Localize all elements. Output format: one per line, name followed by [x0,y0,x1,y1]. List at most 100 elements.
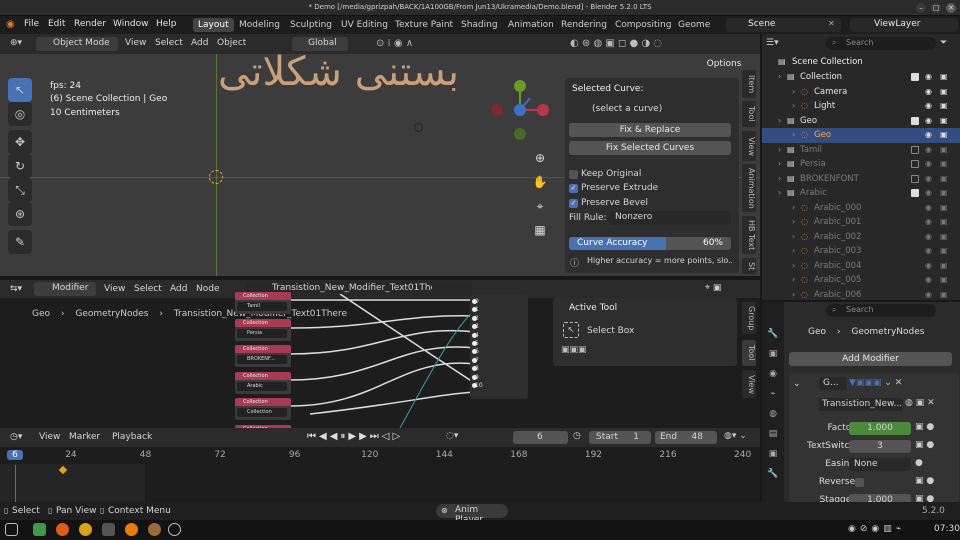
camera-icon[interactable]: ▣ [940,186,948,201]
node-menu-select[interactable]: Select [134,284,162,294]
start-frame-field[interactable]: Start 1 [589,431,651,444]
breadcrumb-geometrynodes[interactable]: GeometryNodes [75,309,148,319]
tab-layout[interactable]: Layout [193,18,234,32]
menu-render[interactable]: Render [74,19,106,29]
outliner-row[interactable]: › ▤ Geo ◉ ▣ [762,114,960,129]
outliner-row[interactable]: › ◌ Light ◉ ▣ [762,99,960,114]
expand-icon[interactable]: › [792,273,795,288]
timeline-menu-view[interactable]: View [39,432,60,442]
camera-icon[interactable]: ▣ [940,172,948,187]
field-extra-icons[interactable]: ● [915,458,923,468]
camera-icon[interactable]: ▣ [940,215,948,230]
camera-icon[interactable]: ▣ [940,273,948,288]
annotate-tool-icon[interactable]: ✎ [8,230,32,254]
expand-icon[interactable]: › [778,157,781,172]
menu-edit[interactable]: Edit [48,19,65,29]
eye-icon[interactable]: ◉ [925,157,932,172]
tab-animation[interactable]: Animation [503,18,559,32]
expand-icon[interactable]: › [792,215,795,230]
viewport-menu-add[interactable]: Add [191,38,208,48]
outliner-type-icon[interactable]: ☰▾ [766,38,779,48]
tab-texture-paint[interactable]: Texture Paint [390,18,458,32]
expand-icon[interactable]: › [778,186,781,201]
blender-task-icon[interactable] [125,523,138,536]
field-extra-icons[interactable]: ▣ ● [915,422,934,432]
node-tab-tool[interactable]: Tool [742,340,756,366]
filter-icon[interactable]: ⏷ [940,38,947,48]
minimize-button[interactable]: – [916,3,926,13]
viewport-menu-object[interactable]: Object [217,38,246,48]
eye-icon[interactable]: ◉ [925,273,932,288]
camera-icon[interactable]: ▣ [940,85,948,100]
firefox-icon[interactable] [56,523,69,536]
outliner-root[interactable]: ▤ Scene Collection [762,55,960,70]
fix-replace-button[interactable]: Fix & Replace [569,123,731,137]
cursor-tool-icon[interactable]: ◎ [8,102,32,126]
tab-compositing[interactable]: Compositing [610,18,676,32]
modifier-toggle-icons[interactable]: ▼▣▣▣ ⌄ ✕ [849,378,902,388]
timeline-type-icon[interactable]: ◷▾ [10,432,22,442]
camera-icon[interactable]: ▣ [940,288,948,303]
keying-icon[interactable]: ◌▾ [446,431,458,441]
timeline-menu-playback[interactable]: Playback [112,432,152,442]
eye-icon[interactable]: ◉ [925,128,932,143]
node-tab-group[interactable]: Group [742,302,756,334]
tab-uv-editing[interactable]: UV Editing [336,18,393,32]
props-breadcrumb-geonodes[interactable]: GeometryNodes [851,327,924,337]
timeline-menu-marker[interactable]: Marker [69,432,100,442]
outliner-row[interactable]: › ◌ Arabic_002 ◉ ▣ [762,230,960,245]
close-icon[interactable]: ⊗ [441,506,448,515]
field-extra-icons[interactable]: ▣ ● [915,440,934,450]
outliner-row[interactable]: › ◌ Arabic_001 ◉ ▣ [762,215,960,230]
camera-icon[interactable]: ▣ [940,201,948,216]
menu-help[interactable]: Help [156,19,177,29]
outliner-search[interactable]: ⌕ Search [826,37,936,50]
expand-icon[interactable]: › [778,70,781,85]
eye-icon[interactable]: ◉ [925,288,932,303]
camera-icon[interactable]: ▣ [940,99,948,114]
tab-sculpting[interactable]: Sculpting [285,18,337,32]
camera-icon[interactable]: ▣ [940,259,948,274]
transform-tool-icon[interactable]: ⊛ [8,202,32,226]
outliner-row[interactable]: › ◌ Arabic_005 ◉ ▣ [762,273,960,288]
tab-geometry[interactable]: Geome [673,18,715,32]
timeline-view-icon[interactable]: ◍▾ ⌄ [724,431,747,441]
eye-icon[interactable]: ◉ [925,186,932,201]
collection-node-value[interactable]: Arabic [237,381,287,391]
camera-icon[interactable]: ▣ [940,157,948,172]
outliner-row[interactable]: › ◌ Camera ◉ ▣ [762,85,960,100]
exclude-checkbox[interactable] [911,160,919,168]
navigation-gizmo[interactable] [488,78,552,142]
preserve-bevel-checkbox[interactable]: ✓ [569,199,578,208]
node-menu-view[interactable]: View [104,284,125,294]
tab-modeling[interactable]: Modeling [234,18,285,32]
timeline[interactable]: ◷▾ View Marker Playback ⏮◀◀⏸▶▶⏭◁▷ ◌▾ 6 ◷… [0,428,760,502]
viewlayer-selector[interactable]: ViewLayer [850,18,958,32]
viewport-menu-select[interactable]: Select [155,38,183,48]
scale-tool-icon[interactable]: ⤡ [8,178,32,202]
collection-node[interactable]: Collection BROKENF... [235,345,291,367]
files-icon[interactable] [33,523,46,536]
close-icon[interactable]: ✕ [828,19,835,28]
expand-icon[interactable]: › [792,99,795,114]
camera-icon[interactable]: ▣ [940,128,948,143]
frame-ruler[interactable]: 6 24 48 72 96 120 144 168 192 216 240 [0,449,760,463]
expand-icon[interactable]: › [778,114,781,129]
clock-icon[interactable]: ◷ [573,431,581,441]
collection-node[interactable]: Collection Persia [235,318,291,341]
tab-rendering[interactable]: Rendering [556,18,612,32]
eye-icon[interactable]: ◉ [925,143,932,158]
eye-icon[interactable]: ◉ [925,85,932,100]
exclude-checkbox[interactable] [911,116,919,125]
pin-icon[interactable]: ⌖ ▣ [705,283,721,293]
outliner-row[interactable]: › ▤ Persia ◉ ▣ [762,157,960,172]
preserve-extrude-checkbox[interactable]: ✓ [569,184,578,193]
fill-rule-dropdown[interactable]: Nonzero [609,211,731,225]
fix-selected-button[interactable]: Fix Selected Curves [569,141,731,155]
node-editor-mode[interactable]: Modifier [34,282,96,296]
anim-player-pill[interactable]: ⊗ Anim Player [436,504,508,525]
node-menu-node[interactable]: Node [196,284,220,294]
collapse-icon[interactable]: ⌄ [793,379,801,389]
3d-cursor[interactable] [209,170,223,184]
collection-node[interactable]: Collection Arabic [235,371,291,394]
